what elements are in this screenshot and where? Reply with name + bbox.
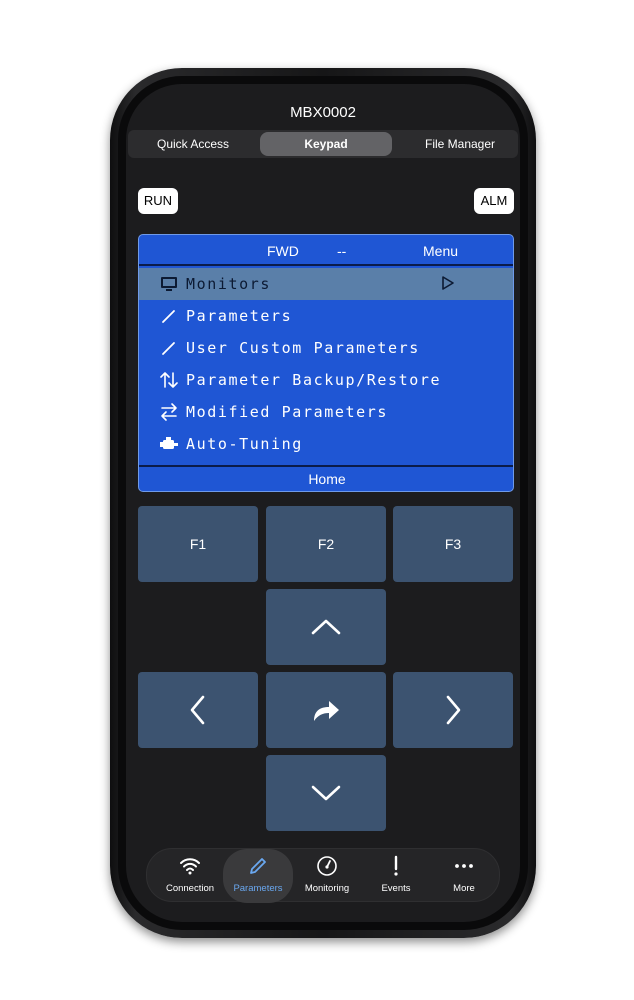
tab-file-manager[interactable]: File Manager <box>396 132 520 156</box>
menu-item-label: Monitors <box>186 275 272 293</box>
monitor-icon <box>161 277 177 291</box>
menu-item-label: Parameter Backup/Restore <box>186 371 442 389</box>
direction-status: FWD <box>267 243 299 259</box>
run-indicator: RUN <box>138 188 178 214</box>
app-screen: MBX0002 Quick Access Keypad File Manager… <box>126 84 520 922</box>
play-arrow-icon <box>442 276 454 290</box>
motor-icon <box>160 437 178 449</box>
nav-item-connection[interactable]: Connection <box>155 849 225 903</box>
pencil-icon <box>162 342 175 355</box>
menu-item-label: Auto-Tuning <box>186 435 303 453</box>
keypad-display: FWD -- Menu Monitors Parameters User Cus… <box>138 234 514 492</box>
device-name: MBX0002 <box>290 104 356 121</box>
pencil-icon <box>162 310 175 323</box>
tab-quick-access[interactable]: Quick Access <box>132 132 254 156</box>
up-arrow-icon <box>311 619 341 635</box>
menu-item-label: User Custom Parameters <box>186 339 420 357</box>
ellipsis-icon <box>455 864 473 868</box>
bottom-nav: Connection Parameters Monitoring Events <box>146 848 500 903</box>
menu-item-parameter-backup-restore[interactable]: Parameter Backup/Restore <box>139 364 513 396</box>
menu-item-label: Parameters <box>186 307 293 325</box>
left-right-arrows-icon <box>161 403 177 421</box>
right-key[interactable] <box>393 672 513 748</box>
menu-item-user-custom-parameters[interactable]: User Custom Parameters <box>139 332 513 364</box>
down-key[interactable] <box>266 755 386 831</box>
enter-icon <box>314 701 339 721</box>
f1-key[interactable]: F1 <box>138 506 258 582</box>
gauge-icon <box>317 856 337 876</box>
left-arrow-icon <box>190 695 205 725</box>
nav-label: More <box>453 883 475 894</box>
wifi-icon <box>180 858 200 875</box>
alarm-indicator: ALM <box>474 188 514 214</box>
nav-item-more[interactable]: More <box>429 849 499 903</box>
down-arrow-icon <box>311 785 341 801</box>
up-down-arrows-icon <box>160 372 178 388</box>
nav-item-events[interactable]: Events <box>361 849 431 903</box>
menu-item-monitors[interactable]: Monitors <box>139 268 513 300</box>
f3-key[interactable]: F3 <box>393 506 513 582</box>
reference-status: -- <box>337 243 347 259</box>
menu-item-parameters[interactable]: Parameters <box>139 300 513 332</box>
menu-item-auto-tuning[interactable]: Auto-Tuning <box>139 428 513 460</box>
right-arrow-icon <box>446 695 461 725</box>
enter-key[interactable] <box>266 672 386 748</box>
exclamation-icon <box>394 855 398 876</box>
segmented-tabs: Quick Access Keypad File Manager <box>128 130 518 158</box>
up-key[interactable] <box>266 589 386 665</box>
tab-keypad[interactable]: Keypad <box>260 132 392 156</box>
pencil-icon <box>250 858 266 874</box>
display-footer: Home <box>139 465 513 491</box>
left-key[interactable] <box>138 672 258 748</box>
f2-key[interactable]: F2 <box>266 506 386 582</box>
nav-item-parameters[interactable]: Parameters <box>223 849 293 903</box>
nav-item-monitoring[interactable]: Monitoring <box>292 849 362 903</box>
mode-status: Menu <box>423 243 459 259</box>
menu-item-label: Modified Parameters <box>186 403 388 421</box>
menu-item-modified-parameters[interactable]: Modified Parameters <box>139 396 513 428</box>
display-status-bar: FWD -- Menu <box>139 235 513 266</box>
